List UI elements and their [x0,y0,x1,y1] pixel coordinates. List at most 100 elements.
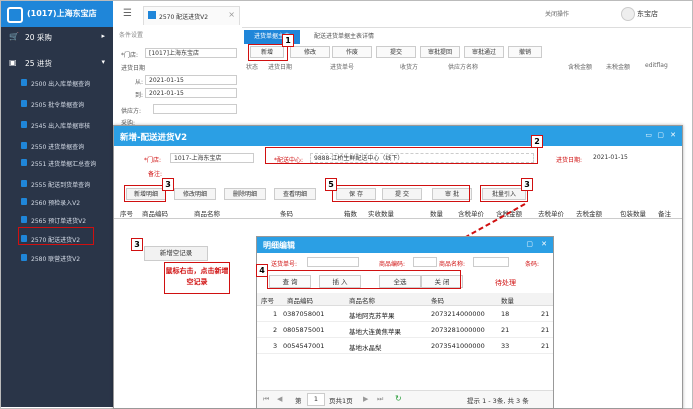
from-date-field[interactable]: 2021-01-15 [145,75,237,85]
void-button[interactable]: 作废 [332,46,372,58]
row-barcode: 2073214000000 [431,310,485,318]
sidebar-item[interactable]: 2550 进货单据查询 [1,138,113,154]
menu-purchase[interactable]: 🛒 20 采购 ▸ [1,27,113,47]
brand-bar: (1017)上海东宝店 [1,1,113,27]
approve-back-button[interactable]: 审批提回 [420,46,460,58]
col-net-price: 去税单价 [538,210,564,218]
delete-detail-button[interactable]: 删除明细 [224,188,266,200]
col-date: 进货日期 [268,64,293,71]
sidebar-item[interactable]: 2545 出入库单据审核 [1,117,113,133]
code-field[interactable] [413,257,437,267]
item-label: 2505 批令单据查询 [31,102,85,109]
avatar[interactable] [621,7,635,21]
supplier-field[interactable] [153,104,237,114]
doc-icon [21,142,27,149]
doc-icon [21,180,27,187]
annotation-number: 3 [521,178,533,191]
first-page-icon[interactable]: ⏮ [263,395,269,404]
close-icon[interactable]: ✕ [670,131,676,139]
revoke-button[interactable]: 撤销 [508,46,542,58]
col-remark: 备注 [658,210,671,218]
chevron-right-icon: ▸ [101,32,105,40]
close-operations[interactable]: 关闭操作 [545,9,569,18]
store-select[interactable]: [1017]上海东宝店 [145,48,237,58]
col-code: 商品编码 [142,210,168,218]
row-barcode: 2073541000000 [431,342,485,350]
submit-button[interactable]: 提交 [376,46,416,58]
filter-title: 条件设置 [119,32,144,39]
col-net-amount: 未税金额 [606,64,631,71]
edit-detail-button[interactable]: 修改明细 [174,188,216,200]
col-net-amount: 去税金额 [576,210,602,218]
maximize-icon[interactable]: ▢ [526,240,533,248]
doc-icon [21,100,27,107]
sidebar-item[interactable]: 2505 批令单据查询 [1,96,113,112]
sidebar-item[interactable]: 2500 出入库单据查询 [1,75,113,91]
page-label: 第 [295,397,302,405]
col-tax-amount: 含税金额 [568,64,593,71]
edit-button[interactable]: 修改 [290,46,330,58]
view-detail-button[interactable]: 查看明细 [274,188,316,200]
filter-panel: 条件设置 *门店: [1017]上海东宝店 进货日期 从: 2021-01-15… [113,27,242,127]
dialog-title: 新增-配送进货V2 [120,133,188,143]
sidebar-item[interactable]: 2580 联营进货V2 [1,250,113,266]
date-field[interactable]: 2021-01-15 [590,153,670,163]
table-row[interactable]: 3 0054547001 基地水晶梨 2073541000000 33 21 [257,339,553,354]
highlight-sidebar-item [18,227,94,245]
date-label: 进货日期 [121,65,146,72]
brand-title: (1017)上海东宝店 [27,9,97,18]
last-page-icon[interactable]: ⏭ [377,395,383,404]
code-label: 商品编码: [379,261,406,268]
to-date-field[interactable]: 2021-01-15 [145,88,237,98]
row-extra: 21 [541,342,550,350]
sidebar-item[interactable]: 2555 配送到货单查询 [1,176,113,192]
next-page-icon[interactable]: ▶ [363,395,368,403]
menu-receiving[interactable]: ▣ 25 进货 ▾ [1,53,113,73]
callout-box: 鼠标右击，点击新增空记录 [164,262,230,294]
row-no: 1 [273,310,278,318]
name-label: 商品名称: [439,261,466,268]
context-menu-add-empty[interactable]: 新增空记录 [144,246,208,261]
page-total: 页共1页 [329,397,353,405]
row-code: 0054547001 [283,342,325,350]
row-no: 2 [273,326,278,334]
sidebar-item[interactable]: 2560 预检录入V2 [1,194,113,210]
detail-edit-dialog: 明细编辑 ▢ ✕ 送货单号: 商品编码: 商品名称: 条码: 查 询 插 入 全… [256,236,554,409]
sidebar-item[interactable]: 2565 预订单进货V2 [1,212,113,228]
menu-icon[interactable]: ☰ [123,9,135,19]
user-name[interactable]: 东宝店 [637,9,658,19]
sidebar-item[interactable]: 2551 进货单据汇总查询 [1,155,113,171]
annotation-number: 3 [131,238,143,251]
top-bar: ☰ 2570 配送进货V2 × 关闭操作 东宝店 [113,1,691,28]
menu-label: 25 进货 [25,59,52,68]
doc-icon [21,216,27,223]
truck-icon: ▣ [9,58,17,67]
row-code: 0805875001 [283,326,325,334]
maximize-icon[interactable]: ▢ [657,131,664,139]
close-icon[interactable]: × [228,10,235,19]
table-row[interactable]: 2 0805875001 基地大连黄焦苹果 2073281000000 21 2… [257,323,553,338]
name-field[interactable] [473,257,509,267]
store-field[interactable]: 1017-上海东宝店 [170,153,254,163]
row-extra: 21 [541,310,550,318]
tab-detail[interactable]: 配送进货单据主表详情 [304,30,384,44]
page-icon [148,11,156,19]
pending-status: 待处理 [495,279,516,287]
item-label: 2551 进货单据汇总查询 [31,161,97,168]
annotation-number: 2 [531,135,543,148]
tab-page[interactable]: 2570 配送进货V2 × [143,6,240,25]
refresh-icon[interactable]: ↻ [395,394,402,403]
page-input[interactable]: 1 [307,393,325,406]
col-code: 商品编码 [287,297,313,305]
close-icon[interactable]: ✕ [541,240,547,248]
row-no: 3 [273,342,278,350]
from-label: 从: [135,79,144,86]
menu-label: 20 采购 [25,33,52,42]
row-qty: 21 [501,326,510,334]
prev-page-icon[interactable]: ◀ [277,395,282,403]
table-row[interactable]: 1 0387058001 基地阿克苏苹果 2073214000000 18 21 [257,307,553,322]
minimize-icon[interactable]: ▭ [645,131,652,139]
approve-pass-button[interactable]: 审批通过 [464,46,504,58]
doc-field[interactable] [307,257,359,267]
col-editflag: editflag [645,62,668,69]
